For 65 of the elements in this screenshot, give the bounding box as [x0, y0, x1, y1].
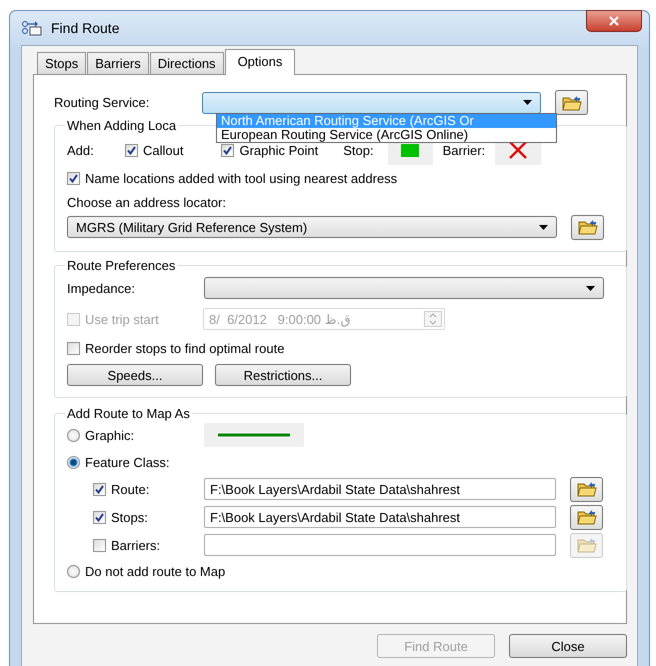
- checkbox[interactable]: [67, 172, 80, 184]
- cross-icon: [508, 141, 528, 159]
- radio-label: Do not add route to Map: [85, 564, 226, 578]
- field-label: Impedance:: [67, 280, 136, 296]
- field-label: Choose an address locator:: [67, 194, 226, 210]
- line-symbol-button[interactable]: [204, 423, 304, 447]
- routing-service-dropdown[interactable]: [202, 92, 541, 114]
- dialog-button[interactable]: Speeds...: [67, 364, 203, 386]
- folder-icon: [562, 94, 582, 110]
- group-title: Add Route to Map As: [66, 406, 191, 421]
- browse-button[interactable]: [555, 90, 588, 115]
- checkbox[interactable]: [67, 342, 80, 354]
- path-field[interactable]: F:\Book Layers\Ardabil State Data\shahrest: [204, 478, 556, 500]
- tab[interactable]: Stops: [37, 52, 86, 74]
- folder-icon: [576, 509, 596, 525]
- folder-icon: [578, 219, 598, 235]
- radio-label: Feature Class:: [85, 454, 170, 470]
- folder-icon: [576, 481, 596, 497]
- folder-icon: [576, 537, 596, 553]
- browse-button[interactable]: [571, 214, 604, 240]
- impedance-dropdown[interactable]: [204, 277, 604, 299]
- checkbox-label: Graphic Point: [239, 142, 318, 158]
- spinner-icon: [424, 311, 442, 327]
- browse-button[interactable]: [570, 476, 603, 502]
- tab[interactable]: Options: [224, 49, 296, 75]
- checkbox-label: Callout: [143, 142, 184, 158]
- dropdown-option[interactable]: European Routing Service (ArcGIS Online): [217, 128, 556, 142]
- line-symbol-icon: [218, 433, 290, 437]
- dropdown-arrow-icon: [539, 224, 548, 230]
- radio-button[interactable]: [67, 456, 80, 468]
- address-locator-dropdown[interactable]: MGRS (Military Grid Reference System): [67, 216, 557, 238]
- checkbox[interactable]: [93, 510, 106, 524]
- tab[interactable]: Barriers: [87, 52, 149, 74]
- tab[interactable]: Directions: [150, 52, 224, 74]
- checkbox-label: Name locations added with tool using nearest address: [85, 170, 398, 186]
- checkbox-label: Reorder stops to find optimal route: [85, 340, 284, 356]
- radio-button[interactable]: [67, 428, 80, 442]
- field-label: Add:: [67, 142, 95, 158]
- browse-button[interactable]: [570, 504, 603, 530]
- checkbox-label: Barriers:: [111, 538, 162, 552]
- close-button[interactable]: [586, 10, 642, 32]
- group-title: When Adding Loca: [66, 118, 178, 133]
- checkbox-label: Stops:: [111, 510, 149, 524]
- checkbox[interactable]: [125, 144, 138, 156]
- dialog-button[interactable]: Restrictions...: [215, 364, 351, 386]
- path-field[interactable]: [204, 534, 556, 556]
- close-icon: [608, 16, 620, 26]
- radio-label: Graphic:: [85, 428, 136, 442]
- group-title: Route Preferences: [66, 258, 176, 273]
- dialog-button[interactable]: Close: [509, 634, 627, 658]
- radio-button[interactable]: [67, 564, 80, 578]
- checkbox-label: Route:: [111, 482, 150, 496]
- field-label: Routing Service:: [54, 95, 150, 110]
- checkbox[interactable]: [93, 482, 106, 496]
- checkbox[interactable]: [93, 538, 106, 552]
- field-label: Barrier:: [442, 142, 486, 158]
- checkbox-label: Use trip start: [85, 312, 160, 326]
- dropdown-arrow-icon: [586, 286, 595, 290]
- checkbox[interactable]: [221, 144, 234, 156]
- square-symbol-icon: [401, 144, 420, 156]
- route-icon: [21, 19, 43, 37]
- path-field[interactable]: F:\Book Layers\Ardabil State Data\shahrest: [204, 506, 556, 528]
- window-title: Find Route: [51, 20, 120, 36]
- field-label: Stop:: [343, 142, 374, 158]
- dropdown-arrow-icon: [523, 100, 532, 105]
